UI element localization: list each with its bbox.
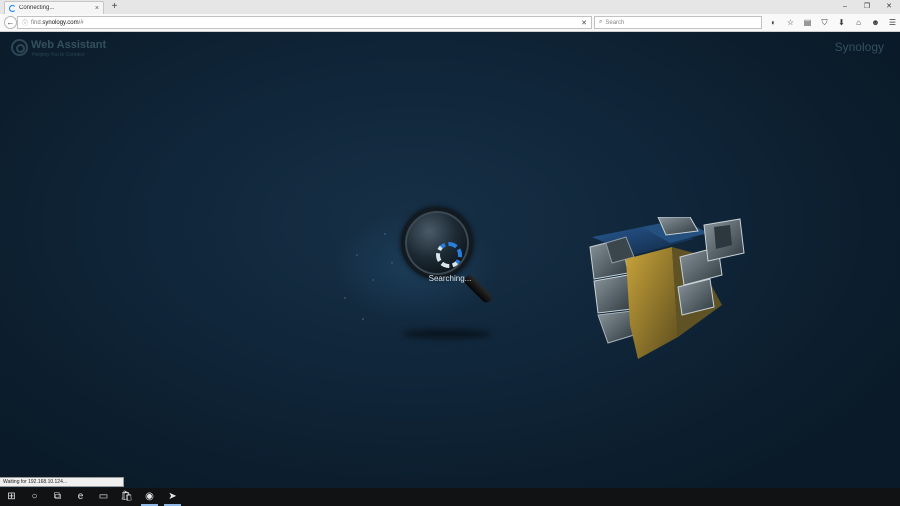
menu-icon[interactable]: ☰ bbox=[884, 16, 900, 29]
app-subtitle: Helping You to Connect bbox=[32, 52, 85, 58]
web-assistant-logo-icon bbox=[11, 39, 28, 56]
search-bar[interactable]: ⌕ Search bbox=[594, 16, 762, 29]
url-prefix: find. bbox=[31, 19, 43, 26]
navigation-bar: ← ⓘ find.synology.com/# ✕ ⌕ Search ◐ ☆ ▤ ⛉ ⬇… bbox=[0, 14, 900, 32]
url-text[interactable]: find.synology.com/# bbox=[31, 20, 578, 26]
searching-spinner-icon bbox=[436, 242, 462, 268]
close-tab-icon[interactable]: × bbox=[95, 5, 99, 12]
windows-taskbar: ⊞ ○ ⧉ e ▭ 🛍 ◉ ➤ bbox=[0, 488, 900, 506]
firefox-icon[interactable]: ◉ bbox=[138, 488, 161, 506]
stop-loading-icon[interactable]: ✕ bbox=[581, 19, 587, 27]
chat-icon[interactable]: ☻ bbox=[867, 16, 884, 29]
steam-icon[interactable]: ➤ bbox=[161, 488, 184, 506]
start-icon[interactable]: ⊞ bbox=[0, 488, 23, 506]
store-icon[interactable]: 🛍 bbox=[115, 488, 138, 506]
url-bar[interactable]: ⓘ find.synology.com/# ✕ bbox=[17, 16, 592, 29]
close-window-button[interactable]: ✕ bbox=[878, 0, 900, 14]
cube-illustration bbox=[589, 217, 745, 359]
tab-connecting[interactable]: Connecting... × bbox=[4, 1, 104, 14]
minimize-button[interactable]: – bbox=[834, 0, 856, 14]
particle-dot bbox=[372, 279, 374, 281]
particle-dot bbox=[344, 297, 346, 299]
tab-strip: Connecting... × + – ❐ ✕ bbox=[0, 0, 900, 14]
toolbar-icons: ◐ ☆ ▤ ⛉ ⬇ ⌂ ☻ ☰ bbox=[765, 16, 900, 29]
download-icon[interactable]: ⬇ bbox=[833, 16, 850, 29]
site-info-icon[interactable]: ⓘ bbox=[22, 18, 28, 27]
synology-logo: Synology bbox=[834, 40, 884, 54]
magnifier-shadow bbox=[402, 329, 492, 339]
url-domain: synology.com bbox=[42, 19, 79, 26]
tab-title: Connecting... bbox=[19, 5, 55, 11]
particle-dot bbox=[384, 233, 386, 235]
status-tooltip: Waiting for 192.168.10.124... bbox=[0, 477, 124, 487]
edge-icon[interactable]: e bbox=[69, 488, 92, 506]
url-path: /# bbox=[78, 19, 84, 26]
restore-button[interactable]: ❐ bbox=[856, 0, 878, 14]
particle-dot bbox=[356, 254, 358, 256]
window-controls: – ❐ ✕ bbox=[834, 0, 900, 14]
magnifier-lens bbox=[401, 207, 473, 279]
app-title: Web Assistant bbox=[31, 39, 107, 51]
task-view-icon[interactable]: ⧉ bbox=[46, 488, 69, 506]
loading-spinner-icon bbox=[9, 4, 16, 12]
pocket-icon[interactable]: ⛉ bbox=[816, 16, 833, 29]
cortana-icon[interactable]: ○ bbox=[23, 488, 46, 506]
home-icon[interactable]: ⌂ bbox=[850, 16, 867, 29]
sync-icon[interactable]: ◐ bbox=[765, 16, 782, 29]
search-icon: ⌕ bbox=[599, 19, 603, 25]
bookmarks-list-icon[interactable]: ▤ bbox=[799, 16, 816, 29]
file-explorer-icon[interactable]: ▭ bbox=[92, 488, 115, 506]
particle-dot bbox=[391, 262, 393, 264]
searching-status: Searching... bbox=[428, 274, 472, 283]
back-button[interactable]: ← bbox=[4, 16, 17, 29]
particle-dot bbox=[362, 318, 364, 320]
new-tab-button[interactable]: + bbox=[109, 1, 120, 12]
bookmark-star-icon[interactable]: ☆ bbox=[782, 16, 799, 29]
web-assistant-page: Web Assistant Helping You to Connect Syn… bbox=[0, 32, 900, 488]
magnifier-illustration: Searching... bbox=[398, 204, 502, 308]
search-input[interactable]: Search bbox=[605, 20, 624, 26]
